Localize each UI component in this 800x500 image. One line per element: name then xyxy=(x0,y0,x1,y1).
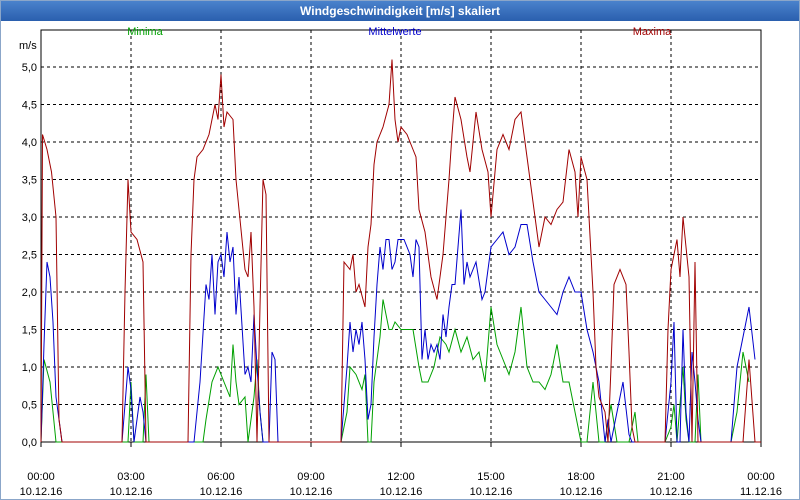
legend-mittelwerte: Mittelwerte xyxy=(368,26,421,38)
x-tick-date: 10.12.16 xyxy=(380,486,423,498)
legend-minima: Minima xyxy=(127,26,163,38)
x-tick-date: 10.12.16 xyxy=(650,486,693,498)
x-tick-date: 10.12.16 xyxy=(200,486,243,498)
y-tick-label: 5,0 xyxy=(22,62,37,74)
y-tick-label: 2,0 xyxy=(22,287,37,299)
x-tick-time: 12:00 xyxy=(387,471,415,483)
y-tick-label: 4,0 xyxy=(22,137,37,149)
x-tick-date: 10.12.16 xyxy=(290,486,333,498)
x-tick-time: 09:00 xyxy=(297,471,325,483)
x-tick-time: 00:00 xyxy=(747,471,775,483)
x-tick-date: 10.12.16 xyxy=(20,486,63,498)
wind-speed-chart: 0,0 0,5 1,0 1,5 2,0 2,5 3,0 3,5 4,0 4,5 5,0 00:00 1… xyxy=(19,26,782,498)
y-tick-label: 1,5 xyxy=(22,325,37,337)
x-tick-time: 15:00 xyxy=(477,471,505,483)
legend-maxima: Maxima xyxy=(633,26,672,38)
x-tick-date: 11.12.16 xyxy=(740,486,782,498)
x-tick-date: 10.12.16 xyxy=(110,486,153,498)
y-tick-label: 0,0 xyxy=(22,437,37,449)
y-tick-label: 2,5 xyxy=(22,250,37,262)
x-tick-date: 10.12.16 xyxy=(560,486,603,498)
x-tick-time: 21:00 xyxy=(657,471,685,483)
x-tick-time: 03:00 xyxy=(117,471,145,483)
x-tick-time: 06:00 xyxy=(207,471,235,483)
x-tick-time: 00:00 xyxy=(27,471,55,483)
y-tick-label: 1,0 xyxy=(22,362,37,374)
x-tick-date: 10.12.16 xyxy=(470,486,513,498)
y-tick-label: 4,5 xyxy=(22,100,37,112)
y-tick-label: 3,5 xyxy=(22,175,37,187)
y-axis-label: m/s xyxy=(19,40,37,52)
y-tick-label: 0,5 xyxy=(22,400,37,412)
y-tick-label: 3,0 xyxy=(22,212,37,224)
x-tick-time: 18:00 xyxy=(567,471,595,483)
